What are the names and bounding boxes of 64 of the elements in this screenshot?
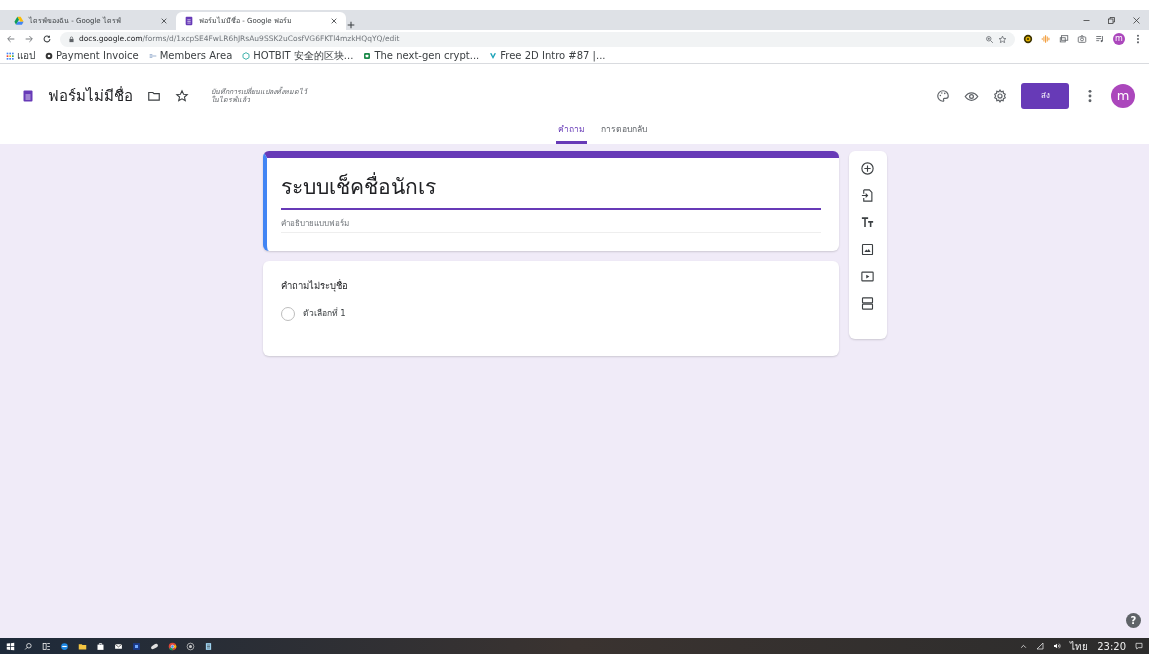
reload-icon[interactable] bbox=[42, 34, 52, 44]
palette-icon[interactable] bbox=[936, 89, 950, 103]
image-icon[interactable] bbox=[860, 242, 875, 257]
volume-icon[interactable] bbox=[1053, 642, 1062, 650]
forms-icon[interactable] bbox=[22, 88, 34, 104]
star-icon[interactable] bbox=[175, 89, 189, 103]
question-title: คำถามไม่ระบุชื่อ bbox=[280, 278, 349, 293]
apps-icon bbox=[6, 51, 14, 60]
option-label: ตัวเลือกที่ 1 bbox=[302, 307, 346, 321]
restore-icon[interactable] bbox=[1107, 15, 1116, 25]
language-indicator[interactable]: ไทย bbox=[1070, 638, 1089, 654]
form-name: ฟอร์มไม่มีชื่อ bbox=[48, 85, 133, 107]
tab[interactable]: การตอบกลับ bbox=[598, 123, 649, 144]
hexagon-icon bbox=[242, 51, 251, 60]
close-icon[interactable] bbox=[160, 17, 168, 25]
folder-icon[interactable] bbox=[78, 641, 87, 651]
profile-avatar[interactable]: m bbox=[1111, 84, 1135, 108]
task-view-icon[interactable] bbox=[42, 641, 51, 651]
folder-icon[interactable] bbox=[147, 89, 161, 103]
search-icon[interactable] bbox=[24, 641, 33, 651]
forms-icon bbox=[184, 16, 194, 26]
new-tab-icon[interactable] bbox=[346, 20, 356, 30]
close-icon[interactable] bbox=[1132, 15, 1141, 25]
help-button[interactable]: ? bbox=[1126, 613, 1141, 628]
camera-icon[interactable] bbox=[1077, 34, 1087, 44]
lines-icon bbox=[148, 51, 157, 60]
zoom-icon[interactable] bbox=[985, 34, 994, 44]
close-icon[interactable] bbox=[330, 17, 338, 25]
send-button[interactable]: ส่ง bbox=[1021, 83, 1069, 109]
cast-icon[interactable] bbox=[1059, 34, 1069, 44]
bookmark[interactable]: Free 2D Intro #87 |... bbox=[500, 48, 606, 63]
import-icon[interactable] bbox=[860, 188, 875, 203]
text-icon[interactable] bbox=[860, 215, 875, 230]
video-icon[interactable] bbox=[860, 269, 875, 284]
notification-icon[interactable] bbox=[1135, 642, 1143, 650]
store-icon[interactable] bbox=[96, 641, 105, 651]
chrome-icon[interactable] bbox=[168, 641, 177, 651]
bookmark[interactable]: HOTBIT 安全的区块... bbox=[253, 48, 354, 63]
profile-avatar[interactable]: m bbox=[1113, 33, 1125, 45]
app-icon[interactable] bbox=[132, 641, 141, 651]
extension-icon[interactable] bbox=[1023, 34, 1033, 44]
clock[interactable]: 23:20 bbox=[1097, 638, 1126, 654]
windows-icon[interactable] bbox=[6, 641, 15, 651]
square-icon bbox=[363, 51, 372, 60]
star-icon[interactable] bbox=[998, 34, 1007, 44]
network-icon[interactable] bbox=[1036, 642, 1045, 650]
drive-icon bbox=[14, 16, 24, 26]
bookmark[interactable]: แอป bbox=[17, 48, 35, 63]
lock-icon bbox=[68, 35, 75, 43]
bookmark[interactable]: The next-gen crypt... bbox=[374, 48, 480, 63]
notepad-icon[interactable] bbox=[204, 641, 213, 651]
v-icon bbox=[489, 51, 498, 60]
chevron-up-icon[interactable] bbox=[1020, 642, 1028, 650]
add-icon[interactable] bbox=[860, 161, 875, 176]
playlist-icon[interactable] bbox=[1095, 34, 1105, 44]
mail-icon[interactable] bbox=[114, 641, 123, 651]
form-title-field[interactable]: ระบบเช็คชื่อนักเร bbox=[280, 172, 821, 210]
settings-icon[interactable] bbox=[993, 89, 1007, 103]
section-icon[interactable] bbox=[860, 296, 875, 311]
bookmark[interactable]: Payment Invoice bbox=[56, 48, 139, 63]
edge-icon[interactable] bbox=[60, 641, 69, 651]
bookmark[interactable]: Members Area bbox=[159, 48, 233, 63]
record-icon[interactable] bbox=[186, 641, 195, 651]
description-field[interactable]: คำอธิบายแบบฟอร์ม bbox=[280, 209, 821, 233]
